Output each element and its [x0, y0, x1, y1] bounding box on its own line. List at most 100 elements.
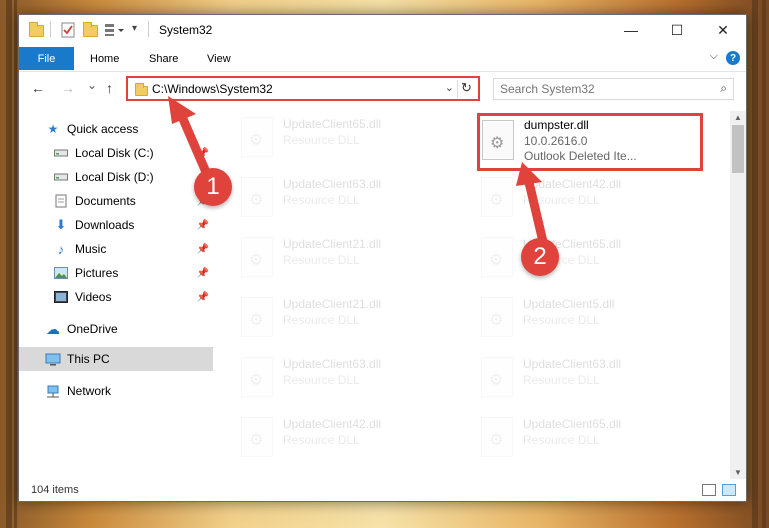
- pin-icon[interactable]: 📌: [197, 220, 209, 231]
- pin-icon[interactable]: 📌: [197, 244, 209, 255]
- search-box[interactable]: ⌕: [493, 78, 734, 100]
- list-item[interactable]: UpdateClient63.dll Resource DLL: [477, 351, 697, 407]
- list-item[interactable]: UpdateClient42.dll Resource DLL: [477, 171, 697, 227]
- maximize-button[interactable]: ☐: [654, 15, 700, 45]
- folder-icon: [135, 83, 148, 96]
- sidebar-item-label: Network: [67, 384, 112, 398]
- tab-share[interactable]: Share: [149, 47, 178, 70]
- expand-ribbon-icon[interactable]: ⌵: [710, 50, 718, 63]
- network-icon: [45, 384, 61, 398]
- list-item[interactable]: UpdateClient42.dll Resource DLL: [237, 411, 457, 466]
- search-input[interactable]: [500, 81, 700, 97]
- tab-home[interactable]: Home: [90, 47, 119, 70]
- navigation-bar: ← → ⌄ ↑ C:\Windows\System32 ⌄ ↻ ⌕: [19, 71, 746, 105]
- scroll-thumb[interactable]: [732, 125, 744, 173]
- pin-icon[interactable]: 📌: [197, 148, 209, 159]
- list-item[interactable]: UpdateClient65.dll Resource DLL: [477, 411, 697, 466]
- sidebar-item-pictures[interactable]: Pictures 📌: [19, 261, 213, 285]
- documents-icon: [53, 194, 69, 208]
- recent-locations-icon[interactable]: ⌄: [87, 78, 97, 92]
- videos-icon: [53, 290, 69, 304]
- file-list: UpdateClient65.dll Resource DLL UpdateCl…: [219, 111, 729, 466]
- sidebar-item-local-disk-c[interactable]: Local Disk (C:) 📌: [19, 141, 213, 165]
- refresh-icon[interactable]: ↻: [457, 80, 475, 98]
- dll-file-icon: [481, 417, 513, 457]
- sidebar-item-downloads[interactable]: ⬇ Downloads 📌: [19, 213, 213, 237]
- up-arrow-icon[interactable]: ↑: [106, 80, 113, 96]
- cloud-icon: ☁: [46, 320, 60, 337]
- list-item[interactable]: UpdateClient5.dll Resource DLL: [477, 291, 697, 347]
- sidebar-item-label: This PC: [67, 352, 110, 366]
- customize-icon[interactable]: [104, 23, 126, 39]
- address-bar[interactable]: C:\Windows\System32 ⌄ ↻: [126, 76, 480, 101]
- sidebar-item-this-pc[interactable]: This PC: [19, 347, 213, 371]
- dll-file-icon: [241, 237, 273, 277]
- background-trunk: [6, 0, 12, 528]
- scroll-up-icon[interactable]: ▲: [734, 113, 742, 122]
- list-item[interactable]: UpdateClient63.dll Resource DLL: [237, 351, 457, 407]
- dll-file-icon: [241, 297, 273, 337]
- sidebar-item-label: Downloads: [75, 218, 135, 232]
- vertical-scrollbar[interactable]: ▲ ▼: [730, 111, 746, 479]
- address-path[interactable]: C:\Windows\System32: [152, 82, 273, 96]
- list-item[interactable]: UpdateClient63.dll Resource DLL: [237, 171, 457, 227]
- sidebar-item-label: Pictures: [75, 266, 119, 280]
- dll-file-icon: [482, 120, 514, 160]
- sidebar-item-label: Documents: [75, 194, 136, 208]
- navigation-pane: ★ Quick access Local Disk (C:) 📌 Local D…: [19, 111, 213, 471]
- sidebar-item-network[interactable]: Network: [19, 379, 213, 403]
- details-view-icon[interactable]: [702, 484, 716, 496]
- sidebar-item-music[interactable]: ♪ Music 📌: [19, 237, 213, 261]
- dll-file-icon: [241, 117, 273, 157]
- status-bar: 104 items: [19, 479, 746, 501]
- sidebar-item-local-disk-d[interactable]: Local Disk (D:): [19, 165, 213, 189]
- pictures-icon: [53, 266, 69, 280]
- back-arrow-icon[interactable]: ←: [31, 80, 45, 96]
- background-trunk: [14, 0, 17, 528]
- folder-icon: [29, 22, 44, 38]
- dll-file-icon: [241, 417, 273, 457]
- help-icon[interactable]: ?: [726, 51, 740, 65]
- sidebar-item-documents[interactable]: Documents 📌: [19, 189, 213, 213]
- dll-file-icon: [481, 357, 513, 397]
- background-trunk: [762, 0, 766, 528]
- sidebar-item-label: Local Disk (D:): [75, 170, 154, 184]
- forward-arrow-icon[interactable]: →: [61, 80, 75, 96]
- dll-file-icon: [241, 357, 273, 397]
- list-item[interactable]: UpdateClient65.dll Resource DLL: [477, 231, 697, 287]
- sidebar-item-label: Local Disk (C:): [75, 146, 154, 160]
- tab-file[interactable]: File: [19, 47, 74, 70]
- list-item[interactable]: UpdateClient65.dll Resource DLL: [237, 111, 457, 167]
- sidebar-item-onedrive[interactable]: ☁ OneDrive: [19, 317, 213, 341]
- new-folder-icon[interactable]: [83, 22, 98, 38]
- minimize-button[interactable]: —: [608, 15, 654, 45]
- drive-icon: [53, 170, 69, 184]
- properties-icon[interactable]: [61, 22, 75, 38]
- tiles-view-icon[interactable]: [722, 484, 736, 496]
- list-item[interactable]: UpdateClient21.dll Resource DLL: [237, 231, 457, 287]
- search-icon[interactable]: ⌕: [720, 81, 727, 96]
- step-1-badge: 1: [194, 168, 232, 206]
- address-dropdown-icon[interactable]: ⌄: [445, 81, 454, 94]
- scroll-down-icon[interactable]: ▼: [734, 468, 742, 477]
- pin-icon[interactable]: 📌: [197, 268, 209, 279]
- sidebar-item-label: Videos: [75, 290, 112, 304]
- explorer-window: ▾ System32 — ☐ ✕ File Home Share View ⌵ …: [18, 14, 747, 502]
- dll-file-icon: [481, 237, 513, 277]
- music-icon: ♪: [57, 241, 65, 257]
- divider: [148, 21, 149, 37]
- sidebar-item-videos[interactable]: Videos 📌: [19, 285, 213, 309]
- dll-file-icon: [481, 297, 513, 337]
- qa-dropdown-icon[interactable]: ▾: [132, 23, 137, 39]
- list-item[interactable]: UpdateClient21.dll Resource DLL: [237, 291, 457, 347]
- sidebar-item-quick-access[interactable]: ★ Quick access: [19, 117, 213, 141]
- drive-icon: [53, 146, 69, 160]
- download-icon: ⬇: [55, 217, 67, 232]
- step-2-badge: 2: [521, 238, 559, 276]
- pin-icon[interactable]: 📌: [197, 292, 209, 303]
- highlighted-file-dumpster-dll[interactable]: dumpster.dll 10.0.2616.0 Outlook Deleted…: [477, 113, 703, 171]
- close-button[interactable]: ✕: [700, 15, 746, 45]
- divider: [50, 21, 51, 37]
- title-bar: ▾ System32 — ☐ ✕: [19, 15, 746, 45]
- tab-view[interactable]: View: [207, 47, 231, 70]
